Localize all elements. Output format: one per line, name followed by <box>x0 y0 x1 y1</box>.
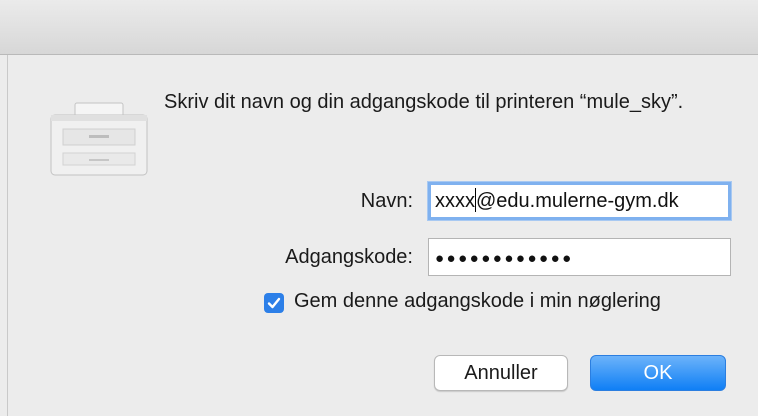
dialog-message: Skriv dit navn og din adgangskode til pr… <box>164 91 684 113</box>
password-mask: ●●●●●●●●●●●● <box>435 250 574 267</box>
name-input[interactable]: xxxx@edu.mulerne-gym.dk <box>428 182 731 220</box>
cancel-button[interactable]: Annuller <box>434 355 568 391</box>
name-value-end: @edu.mulerne-gym.dk <box>476 190 679 212</box>
checkmark-icon <box>267 297 281 309</box>
window-edge <box>7 55 8 416</box>
remember-label[interactable]: Gem denne adgangskode i min nøglering <box>294 290 661 313</box>
password-label: Adgangskode: <box>285 246 413 268</box>
name-label: Navn: <box>360 190 413 212</box>
ok-button[interactable]: OK <box>590 355 726 391</box>
dialog-titlebar <box>0 0 758 55</box>
remember-checkbox[interactable] <box>264 293 284 313</box>
password-input[interactable]: ●●●●●●●●●●●● <box>428 238 731 276</box>
name-value-start: xxxx <box>435 190 475 212</box>
printer-icon <box>50 102 148 176</box>
